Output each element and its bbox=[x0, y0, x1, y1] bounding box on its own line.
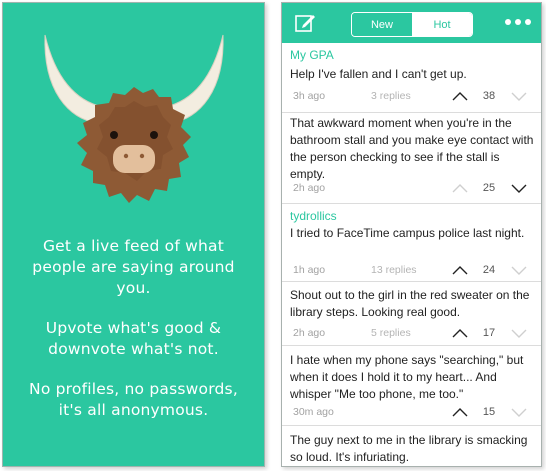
post-text: I tried to FaceTime campus police last n… bbox=[290, 226, 525, 240]
vote-count: 17 bbox=[482, 327, 496, 339]
tab-hot[interactable]: Hot bbox=[412, 13, 472, 36]
downvote-icon[interactable] bbox=[511, 266, 527, 275]
downvote-icon[interactable] bbox=[511, 329, 527, 338]
post-time: 2h ago bbox=[293, 327, 326, 339]
promo-anonymous-text: No profiles, no passwords, it's all anon… bbox=[3, 379, 264, 421]
upvote-icon[interactable] bbox=[452, 408, 468, 417]
post-replies-link[interactable]: 3 replies bbox=[371, 90, 411, 102]
more-options-icon[interactable] bbox=[505, 19, 531, 27]
feed-toggle: New Hot bbox=[351, 12, 473, 37]
post-time: 1h ago bbox=[293, 264, 326, 276]
upvote-icon[interactable] bbox=[452, 92, 468, 101]
post-text: That awkward moment when you're in the b… bbox=[290, 116, 534, 181]
post-text: I hate when my phone says "searching," b… bbox=[290, 353, 524, 401]
promo-line: Upvote what's good & bbox=[45, 319, 222, 337]
post-text: The guy next to me in the library is sma… bbox=[290, 433, 528, 464]
post-text: Help I've fallen and I can't get up. bbox=[290, 67, 467, 81]
list-item[interactable]: That awkward moment when you're in the b… bbox=[282, 113, 541, 204]
top-bar: New Hot bbox=[282, 3, 541, 43]
vote-count: 38 bbox=[482, 90, 496, 102]
promo-line: people are saying around bbox=[32, 258, 235, 276]
vote-count: 15 bbox=[482, 406, 496, 418]
upvote-icon[interactable] bbox=[452, 266, 468, 275]
list-item[interactable]: Shout out to the girl in the red sweater… bbox=[282, 282, 541, 346]
feed-screen: New Hot My GPA Help I've fallen and I ca… bbox=[281, 2, 542, 467]
vote-count: 25 bbox=[482, 182, 496, 194]
post-replies-link[interactable]: 5 replies bbox=[371, 327, 411, 339]
list-item[interactable]: I hate when my phone says "searching," b… bbox=[282, 346, 541, 426]
post-time: 30m ago bbox=[293, 406, 334, 418]
list-item[interactable]: The guy next to me in the library is sma… bbox=[282, 426, 541, 466]
promo-line: No profiles, no passwords, bbox=[29, 380, 238, 398]
promo-feed-text: Get a live feed of what people are sayin… bbox=[3, 236, 264, 299]
post-replies-link[interactable]: 13 replies bbox=[371, 264, 417, 276]
post-author: tydrollics bbox=[290, 209, 337, 223]
tab-new[interactable]: New bbox=[352, 13, 412, 36]
promo-screen: Get a live feed of what people are sayin… bbox=[2, 2, 265, 467]
promo-line: you. bbox=[116, 279, 151, 297]
yak-mascot-icon bbox=[44, 34, 224, 203]
downvote-icon[interactable] bbox=[511, 184, 527, 193]
upvote-icon[interactable] bbox=[452, 329, 468, 338]
compose-icon[interactable] bbox=[294, 12, 316, 34]
post-time: 2h ago bbox=[293, 182, 326, 194]
post-text: Shout out to the girl in the red sweater… bbox=[290, 288, 530, 319]
post-author: My GPA bbox=[290, 48, 334, 62]
downvote-icon[interactable] bbox=[511, 408, 527, 417]
post-time: 3h ago bbox=[293, 90, 326, 102]
upvote-icon[interactable] bbox=[452, 184, 468, 193]
downvote-icon[interactable] bbox=[511, 92, 527, 101]
promo-vote-text: Upvote what's good & downvote what's not… bbox=[3, 318, 264, 360]
promo-line: it's all anonymous. bbox=[58, 401, 209, 419]
promo-line: Get a live feed of what bbox=[42, 237, 225, 255]
vote-count: 24 bbox=[482, 264, 496, 276]
list-item[interactable]: My GPA Help I've fallen and I can't get … bbox=[282, 43, 541, 113]
list-item[interactable]: tydrollics I tried to FaceTime campus po… bbox=[282, 204, 541, 282]
promo-line: downvote what's not. bbox=[48, 340, 219, 358]
